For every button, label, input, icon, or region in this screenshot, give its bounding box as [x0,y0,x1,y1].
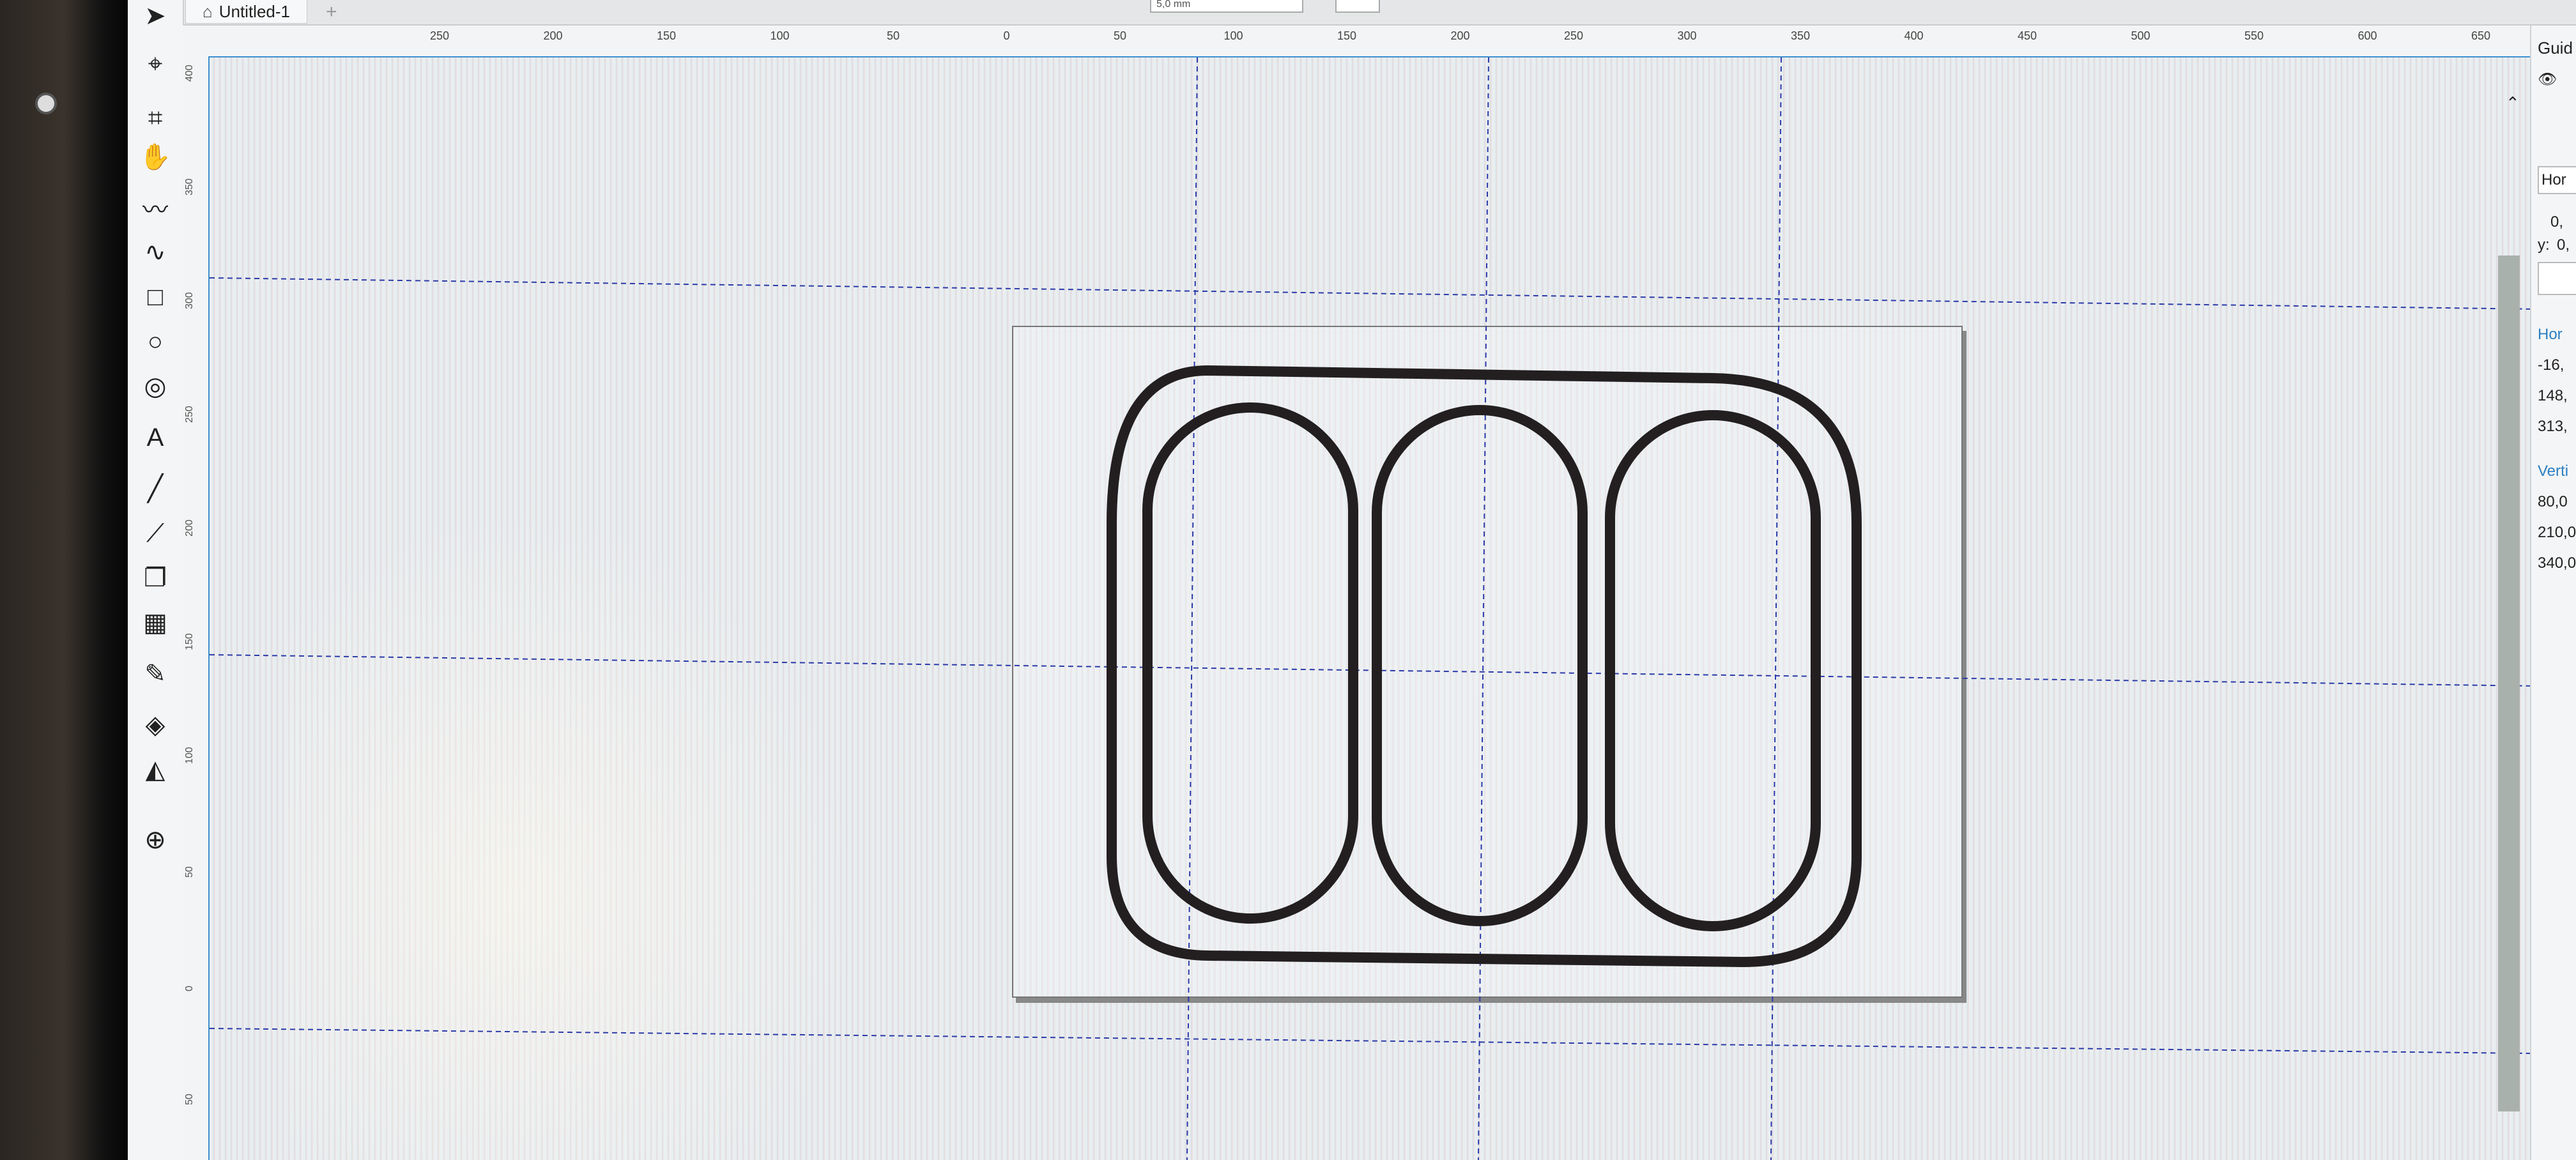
ruler-tick-label: 200 [184,519,195,537]
webcam-dot [35,93,57,114]
crop-tool-icon[interactable]: ⌗ [137,102,174,134]
capsule-middle[interactable] [1372,405,1588,926]
selector-tool-icon[interactable]: ➤ [137,0,174,32]
guide-horizontal[interactable] [210,654,2576,687]
freehand-tool-icon[interactable]: 〰 [137,192,174,224]
ruler-tick-label: 400 [184,65,195,82]
y-field[interactable]: 0, [2557,236,2570,254]
tab-title: Untitled-1 [218,1,290,21]
vertical-ruler[interactable]: 400 350 300 250 200 150 100 50 0 50 [183,56,210,1160]
new-tab-button[interactable]: + [326,1,337,23]
fill-tool-icon[interactable]: ◈ [137,709,174,741]
transparency-tool-icon[interactable]: ▦ [137,607,174,639]
document-tab-bar: ⌂ Untitled-1 + 5,0 mm [128,0,2576,26]
ruler-tick-label: 350 [1790,29,1811,42]
ruler-tick-label: 100 [184,747,195,764]
ruler-tick-label: 50 [184,1094,195,1105]
property-field[interactable] [1335,0,1380,13]
y-label: y: [2538,236,2550,254]
eyedropper-tool-icon[interactable]: ✎ [137,658,174,690]
chevron-up-icon[interactable]: ⌃ [2506,93,2520,113]
application-window: ⌂ Untitled-1 + 5,0 mm ➤ ⌖ ⌗ ✋ 〰 ∿ □ ○ ◎ A ╱ ⟋ ❐ ▦ ✎ ◈ ◭ ⊕… [128,0,2576,1160]
stroke-width-field[interactable]: 5,0 mm [1150,0,1303,13]
guides-panel: Guid 👁 Hor 0, y: 0, Hor -16, 148, 313, V… [2530,26,2576,1160]
guide-vertical[interactable] [1478,57,1489,1160]
ruler-tick-label: 100 [770,29,790,42]
pan-tool-icon[interactable]: ✋ [137,141,174,172]
ruler-tick-label: 550 [2244,29,2264,42]
orientation-dropdown[interactable]: Hor [2538,166,2576,194]
ruler-tick-label: 200 [1450,29,1470,42]
guide-list-item[interactable]: 340,0 [2538,554,2576,572]
guide-list-item[interactable]: 210,0 [2538,524,2576,542]
spiral-tool-icon[interactable]: ◎ [137,370,174,402]
line-tool-icon[interactable]: ╱ [137,473,174,505]
connector-tool-icon[interactable]: ⟋ [137,517,174,549]
capsule-right[interactable] [1605,410,1821,931]
x-field[interactable]: 0, [2550,213,2563,231]
ruler-tick-label: 150 [1337,29,1357,42]
tab-untitled-1[interactable]: ⌂ Untitled-1 [185,0,307,24]
horizontal-ruler[interactable]: 250 200 150 100 50 0 50 100 150 200 250 300 350 400 45… [183,26,2576,57]
horizontal-guides-header: Hor [2538,326,2563,343]
vertical-scrollbar[interactable] [2498,256,2520,1111]
bezier-tool-icon[interactable]: ∿ [137,236,174,268]
ruler-tick-label: 600 [2358,29,2377,42]
ruler-tick-label: 0 [1003,29,1010,42]
drawing-canvas[interactable] [210,57,2576,1160]
smart-fill-tool-icon[interactable]: ◭ [137,754,174,786]
ruler-tick-label: 150 [656,29,677,42]
guide-horizontal[interactable] [210,1028,2576,1055]
guide-horizontal[interactable] [210,277,2576,310]
ruler-tick-label: 350 [184,178,195,195]
rectangle-tool-icon[interactable]: □ [137,281,174,313]
guide-list-item[interactable]: 148, [2538,387,2568,405]
ruler-tick-label: 650 [2471,29,2491,42]
ruler-tick-label: 100 [1223,29,1243,42]
add-tool-icon[interactable]: ⊕ [137,824,174,856]
guide-vertical[interactable] [1186,57,1198,1160]
guides-layer [210,57,2576,1160]
text-tool-icon[interactable]: A [137,422,174,454]
guide-vertical[interactable] [1770,57,1782,1160]
ruler-tick-label: 250 [184,406,195,423]
ruler-tick-label: 500 [2131,29,2150,42]
panel-title: Guid [2538,38,2573,57]
ruler-tick-label: 200 [543,29,563,42]
ruler-tick-label: 0 [184,986,195,991]
guide-list-item[interactable]: 313, [2538,418,2568,436]
guide-list-item[interactable]: -16, [2538,356,2564,374]
eye-icon[interactable]: 👁 [2538,70,2557,89]
ruler-tick-label: 250 [1563,29,1584,42]
toolbox: ➤ ⌖ ⌗ ✋ 〰 ∿ □ ○ ◎ A ╱ ⟋ ❐ ▦ ✎ ◈ ◭ ⊕ [128,0,184,1160]
ruler-tick-label: 50 [1113,29,1127,42]
ruler-tick-label: 50 [184,866,195,878]
outer-rounded-frame[interactable] [1107,365,1862,968]
node-tool-icon[interactable]: ⌖ [137,48,174,80]
ruler-tick-label: 150 [184,633,195,650]
ruler-tick-label: 300 [1677,29,1697,42]
home-icon: ⌂ [203,1,213,21]
ruler-tick-label: 300 [184,292,195,309]
ruler-tick-label: 250 [429,29,450,42]
ellipse-tool-icon[interactable]: ○ [137,326,174,358]
shadow-tool-icon[interactable]: ❐ [137,562,174,594]
guide-value-input[interactable] [2538,262,2576,295]
ruler-tick-label: 450 [2017,29,2037,42]
ruler-tick-label: 400 [1904,29,1924,42]
ruler-tick-label: 50 [886,29,900,42]
orientation-value: Hor [2542,171,2566,188]
vertical-guides-header: Verti [2538,462,2569,480]
monitor-bezel [0,0,128,1160]
capsule-left[interactable] [1142,402,1358,924]
guide-list-item[interactable]: 80,0 [2538,493,2568,511]
